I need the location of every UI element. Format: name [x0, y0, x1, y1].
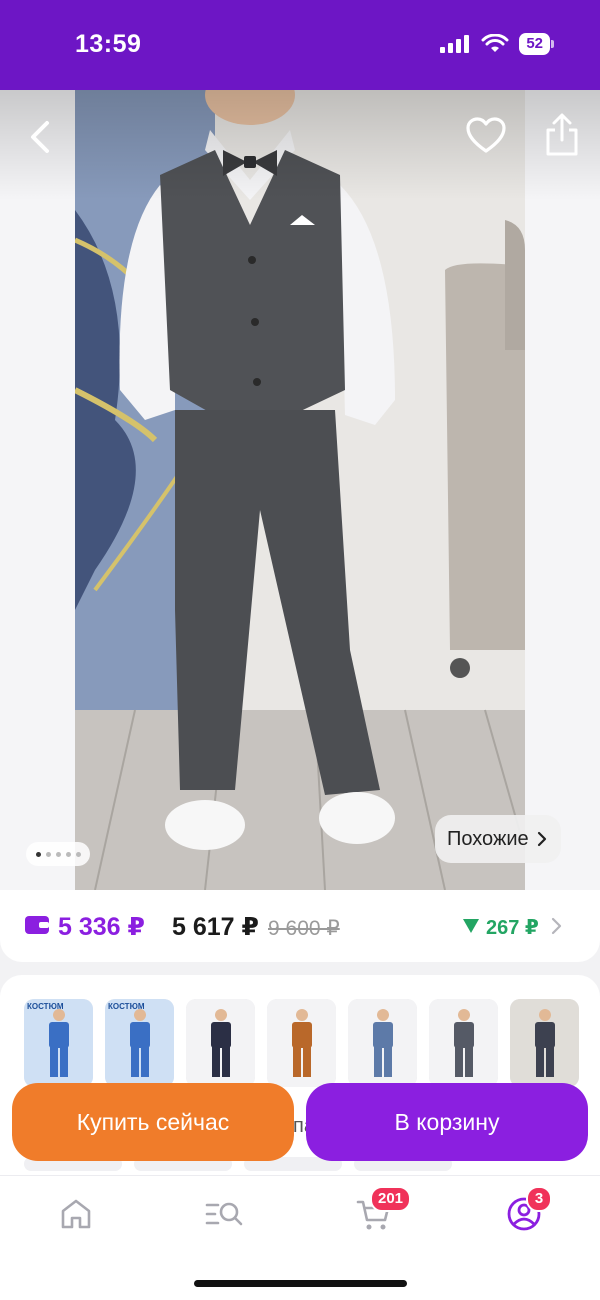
product-gallery[interactable]: Похожие — [0, 90, 600, 890]
battery-icon: 52 — [519, 33, 554, 55]
variant-thumbnail[interactable] — [348, 999, 417, 1087]
favorite-button[interactable] — [465, 116, 507, 156]
chevron-left-icon — [31, 121, 49, 153]
variant-thumbnail[interactable] — [186, 999, 255, 1087]
variant-thumbnail[interactable]: КОСТЮМ — [105, 999, 174, 1087]
thumbnail-label: КОСТЮМ — [108, 1002, 145, 1011]
product-photo[interactable] — [75, 90, 525, 890]
similar-label: Похожие — [447, 827, 529, 850]
gallery-page-indicator — [26, 842, 90, 866]
variant-thumbnail[interactable]: КОСТЮМ — [24, 999, 93, 1087]
chevron-right-icon[interactable] — [550, 917, 562, 935]
tab-catalog[interactable] — [204, 1194, 244, 1234]
old-price: 9 600 ₽ — [268, 917, 340, 940]
status-icons: 52 — [439, 33, 554, 55]
cart-badge: 201 — [370, 1186, 412, 1212]
share-icon — [546, 113, 578, 156]
add-to-cart-button[interactable]: В корзину — [306, 1083, 588, 1161]
variant-thumbnail[interactable] — [267, 999, 336, 1087]
home-indicator — [194, 1280, 407, 1287]
chevron-right-icon — [537, 831, 546, 847]
thumbnail-label: КОСТЮМ — [27, 1002, 64, 1011]
product-photo-illustration — [75, 90, 525, 890]
price-row[interactable]: 5 336 ₽ 5 617 ₽ 9 600 ₽ 267 ₽ — [0, 890, 600, 962]
page-dot — [65, 851, 71, 857]
wifi-icon — [481, 34, 509, 52]
page-dot — [35, 851, 41, 857]
back-button[interactable] — [22, 115, 62, 159]
heart-icon — [466, 117, 506, 153]
signal-icon — [440, 35, 470, 53]
share-button[interactable] — [542, 112, 582, 158]
price-drop-icon — [463, 919, 479, 933]
variant-thumbnail[interactable] — [429, 999, 498, 1087]
wallet-icon — [25, 916, 49, 934]
home-icon — [61, 1199, 91, 1229]
similar-button[interactable]: Похожие — [435, 815, 561, 863]
profile-badge: 3 — [526, 1186, 552, 1212]
variant-thumbnail[interactable] — [510, 999, 579, 1087]
variant-thumbnails: КОСТЮМ КОСТЮМ — [24, 999, 579, 1087]
status-time: 13:59 — [75, 30, 142, 58]
wallet-price: 5 336 ₽ — [58, 913, 145, 941]
buy-now-button[interactable]: Купить сейчас — [12, 1083, 294, 1161]
page-dot — [45, 851, 51, 857]
price-drop: 267 ₽ — [486, 917, 539, 939]
page-dot — [75, 851, 81, 857]
catalog-search-icon — [205, 1202, 243, 1226]
gallery-top-fade — [0, 90, 600, 200]
page-dot — [55, 851, 61, 857]
status-bar: 13:59 52 — [0, 0, 600, 90]
current-price: 5 617 ₽ — [172, 913, 259, 941]
tab-home[interactable] — [56, 1194, 96, 1234]
